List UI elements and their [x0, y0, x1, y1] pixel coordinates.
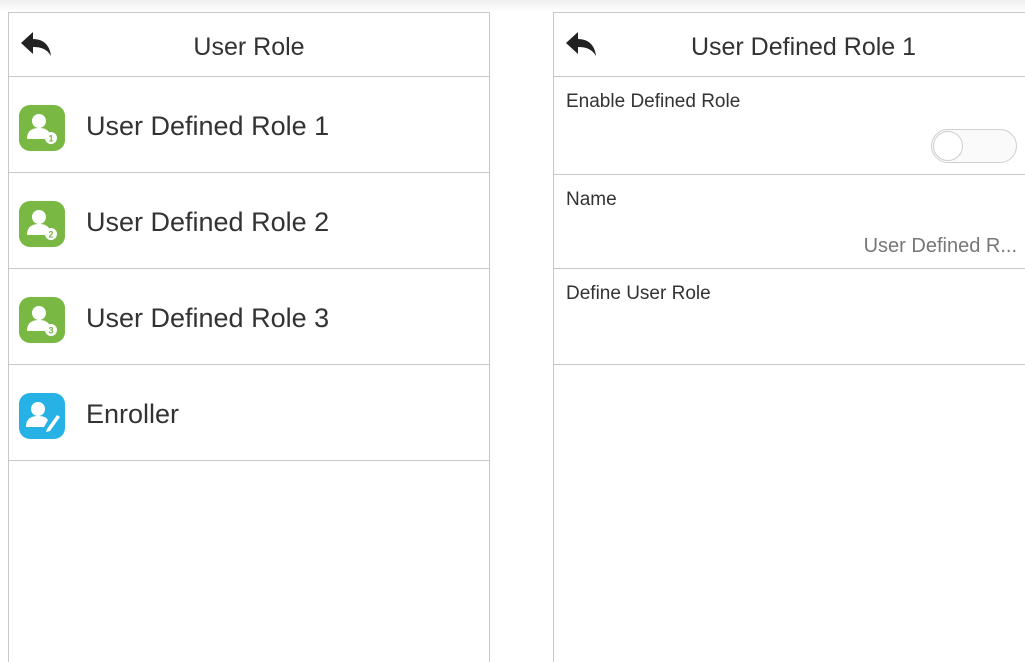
list-item-enroller[interactable]: Enroller	[9, 365, 489, 461]
page-title: User Role	[193, 33, 305, 61]
list-item-label: User Defined Role 3	[86, 303, 330, 333]
svg-text:1: 1	[48, 134, 53, 144]
setting-label: Define User Role	[566, 283, 711, 304]
toggle-knob	[933, 131, 963, 161]
setting-name[interactable]: Name User Defined R...	[554, 175, 1025, 269]
list-item-user-defined-role-3[interactable]: 3 User Defined Role 3	[9, 269, 489, 365]
user-role-1-icon: 1	[19, 105, 65, 151]
top-fade	[0, 0, 1025, 12]
setting-label: Name	[566, 189, 617, 210]
user-role-2-icon: 2	[19, 201, 65, 247]
svg-text:3: 3	[48, 326, 53, 336]
user-defined-role-screen: User Defined Role 1 Enable Defined Role …	[553, 12, 1025, 662]
svg-text:2: 2	[48, 230, 53, 240]
list-item-user-defined-role-1[interactable]: 1 User Defined Role 1	[9, 77, 489, 173]
setting-label: Enable Defined Role	[566, 91, 741, 112]
header-bar: User Defined Role 1	[554, 13, 1025, 77]
user-role-screen: User Role 1 User Defined Role 1 2 User D…	[8, 12, 490, 662]
setting-define-user-role[interactable]: Define User Role	[554, 269, 1025, 365]
list-item-label: User Defined Role 2	[86, 207, 330, 237]
setting-value: User Defined R...	[863, 235, 1017, 257]
setting-enable-defined-role[interactable]: Enable Defined Role	[554, 77, 1025, 175]
page-title: User Defined Role 1	[690, 33, 917, 61]
list-item-user-defined-role-2[interactable]: 2 User Defined Role 2	[9, 173, 489, 269]
user-role-3-icon: 3	[19, 297, 65, 343]
enroller-icon	[19, 393, 65, 439]
list-item-label: User Defined Role 1	[86, 111, 330, 141]
list-item-label: Enroller	[86, 399, 180, 429]
header-bar: User Role	[9, 13, 489, 77]
enable-role-toggle[interactable]	[931, 129, 1017, 163]
